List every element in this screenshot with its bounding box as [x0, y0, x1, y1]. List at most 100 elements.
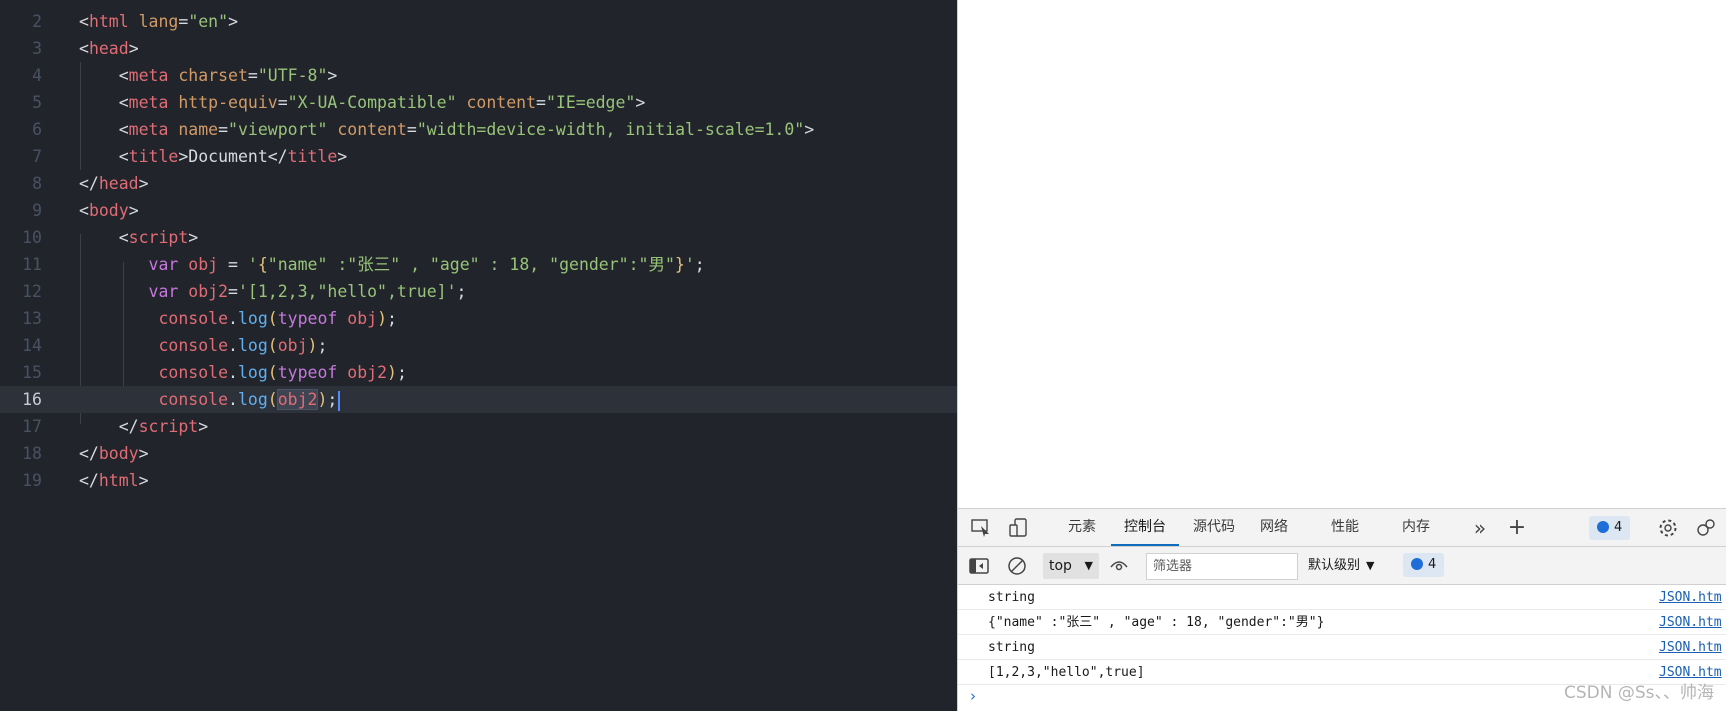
code-line[interactable]: 16 console.log(obj2); [0, 386, 957, 413]
code-text: <meta name="viewport" content="width=dev… [79, 116, 814, 143]
code-line[interactable]: 2 <html lang="en"> [0, 8, 957, 35]
line-number: 19 [22, 471, 42, 490]
feedback-icon[interactable] [1695, 517, 1717, 539]
log-source-link[interactable]: JSON.htm [1659, 610, 1722, 635]
code-text: </script> [79, 413, 208, 440]
code-line[interactable]: 11 var obj = '{"name" :"张三" , "age" : 18… [0, 251, 957, 278]
code-token: = [218, 255, 248, 274]
code-token: ' [684, 255, 695, 274]
filter-input[interactable] [1146, 553, 1298, 580]
code-token: console [158, 336, 229, 355]
add-tab-icon[interactable]: + [1506, 517, 1528, 539]
code-line[interactable]: 5 <meta http-equiv="X-UA-Compatible" con… [0, 89, 957, 116]
code-token: = [218, 120, 229, 139]
code-line[interactable]: 7 <title>Document</title> [0, 143, 957, 170]
log-message: [1,2,3,"hello",true] [988, 665, 1145, 680]
code-text: <title>Document</title> [79, 143, 348, 170]
code-token: content [337, 120, 407, 139]
code-editor[interactable]: 2 <html lang="en"> 3 <head> 4 <meta charset=… [0, 0, 957, 711]
line-number: 12 [22, 282, 42, 301]
code-line[interactable]: 18 </body> [0, 440, 957, 467]
code-line[interactable]: 14 console.log(obj); [0, 332, 957, 359]
line-number: 15 [22, 363, 42, 382]
line-number: 11 [22, 255, 42, 274]
code-token: ( [267, 390, 278, 409]
code-token: "UTF-8" [257, 66, 328, 85]
code-token: http-equiv [178, 93, 278, 112]
console-log-row: string JSON.htm [958, 635, 1726, 660]
code-token: = [277, 93, 288, 112]
context-selector[interactable]: top ▼ [1043, 553, 1099, 579]
code-token: . [228, 363, 238, 382]
code-token: "IE=edge" [545, 93, 636, 112]
tab-performance[interactable]: 性能 [1321, 509, 1369, 546]
issues-badge[interactable]: 4 [1589, 516, 1631, 540]
code-token: console [158, 309, 229, 328]
code-token: body [88, 201, 129, 220]
code-token: > [327, 66, 338, 85]
message-icon [1411, 557, 1423, 570]
tab-sources[interactable]: 源代码 [1184, 509, 1244, 546]
issues-badge-toolbar[interactable]: 4 [1403, 553, 1445, 577]
console-log-row: string JSON.htm [958, 585, 1726, 610]
log-message: string [988, 590, 1035, 605]
sidebar-toggle-icon[interactable] [968, 555, 990, 577]
code-text: console.log(typeof obj); [79, 305, 396, 332]
code-token: meta [128, 66, 169, 85]
code-line[interactable]: 19 </html> [0, 467, 957, 494]
code-line[interactable]: 17 </script> [0, 413, 957, 440]
code-token: html [88, 12, 129, 31]
eye-icon[interactable] [1108, 555, 1130, 577]
tab-memory[interactable]: 内存 [1392, 509, 1440, 546]
code-token: > [188, 228, 199, 247]
inspect-element-icon[interactable] [970, 517, 992, 539]
code-token: ; [396, 363, 407, 382]
code-token: title [287, 147, 338, 166]
code-line[interactable]: 12 var obj2='[1,2,3,"hello",true]'; [0, 278, 957, 305]
code-line[interactable]: 4 <meta charset="UTF-8"> [0, 62, 957, 89]
more-tabs-icon[interactable]: » [1469, 517, 1491, 539]
tab-elements[interactable]: 元素 [1058, 509, 1106, 546]
code-line[interactable]: 6 <meta name="viewport" content="width=d… [0, 116, 957, 143]
device-emulation-icon[interactable] [1008, 517, 1030, 539]
code-line[interactable]: 10 <script> [0, 224, 957, 251]
log-source-link[interactable]: JSON.htm [1659, 585, 1722, 610]
code-token: = [247, 66, 258, 85]
devtools-tab-bar: 元素 控制台 源代码 网络 性能 内存 » + 4 [958, 508, 1726, 547]
code-text: var obj = '{"name" :"张三" , "age" : 18, "… [79, 251, 705, 278]
code-line[interactable]: 8 </head> [0, 170, 957, 197]
message-icon [1597, 520, 1609, 533]
log-source-link[interactable]: JSON.htm [1659, 635, 1722, 660]
devtools-panel: 元素 控制台 源代码 网络 性能 内存 » + 4 top ▼ 默认级别 ▼ 4 s… [958, 508, 1726, 711]
tab-console[interactable]: 控制台 [1111, 509, 1179, 546]
code-token: log [237, 390, 268, 409]
clear-console-icon[interactable] [1006, 555, 1028, 577]
line-number: 6 [32, 120, 42, 139]
code-line[interactable]: 3 <head> [0, 35, 957, 62]
code-text: <script> [79, 224, 198, 251]
code-token: ) [317, 390, 328, 409]
line-number: 2 [32, 12, 42, 31]
code-token: < [79, 93, 129, 112]
settings-icon[interactable] [1657, 517, 1679, 539]
line-number: 16 [22, 390, 42, 409]
code-token: var [148, 255, 179, 274]
tab-network[interactable]: 网络 [1250, 509, 1298, 546]
code-token: "name" :"张三" , "age" : 18, "gender":"男" [267, 255, 675, 274]
code-token: obj [277, 336, 308, 355]
code-line[interactable]: 13 console.log(typeof obj); [0, 305, 957, 332]
code-token: >Document</ [178, 147, 288, 166]
log-levels-dropdown[interactable]: 默认级别 ▼ [1308, 553, 1374, 579]
code-token: > [337, 147, 348, 166]
code-token: < [79, 39, 89, 58]
code-token: < [79, 147, 129, 166]
code-line[interactable]: 15 console.log(typeof obj2); [0, 359, 957, 386]
code-line[interactable]: 9 <body> [0, 197, 957, 224]
code-token: "width=device-width, initial-scale=1.0" [416, 120, 805, 139]
